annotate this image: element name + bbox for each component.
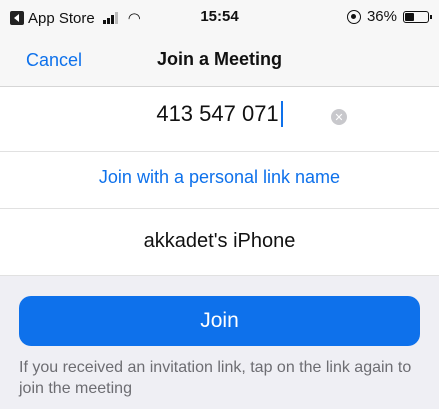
- join-button[interactable]: Join: [19, 296, 420, 346]
- battery-percent: 36%: [366, 8, 397, 25]
- battery-icon: [403, 10, 432, 23]
- status-right: 36%: [346, 8, 432, 25]
- meeting-id-input[interactable]: 413 547 071: [100, 101, 339, 127]
- status-bar: App Store ◠ 15:54 36%: [0, 0, 439, 36]
- clear-icon[interactable]: ✕: [331, 109, 347, 125]
- orientation-lock-icon: [346, 9, 361, 24]
- nav-bar: Cancel Join a Meeting: [0, 36, 439, 87]
- text-caret: [280, 101, 283, 127]
- display-name-input[interactable]: akkadet's iPhone: [0, 230, 439, 253]
- hint-text: If you received an invitation link, tap …: [19, 359, 412, 397]
- personal-link-row: Join with a personal link name: [0, 152, 439, 209]
- meeting-id-value: 413 547 071: [156, 101, 279, 126]
- personal-link-button[interactable]: Join with a personal link name: [0, 167, 439, 188]
- meeting-id-row: 413 547 071 ✕: [0, 87, 439, 152]
- page-title: Join a Meeting: [156, 49, 282, 69]
- name-row: akkadet's iPhone: [0, 209, 439, 276]
